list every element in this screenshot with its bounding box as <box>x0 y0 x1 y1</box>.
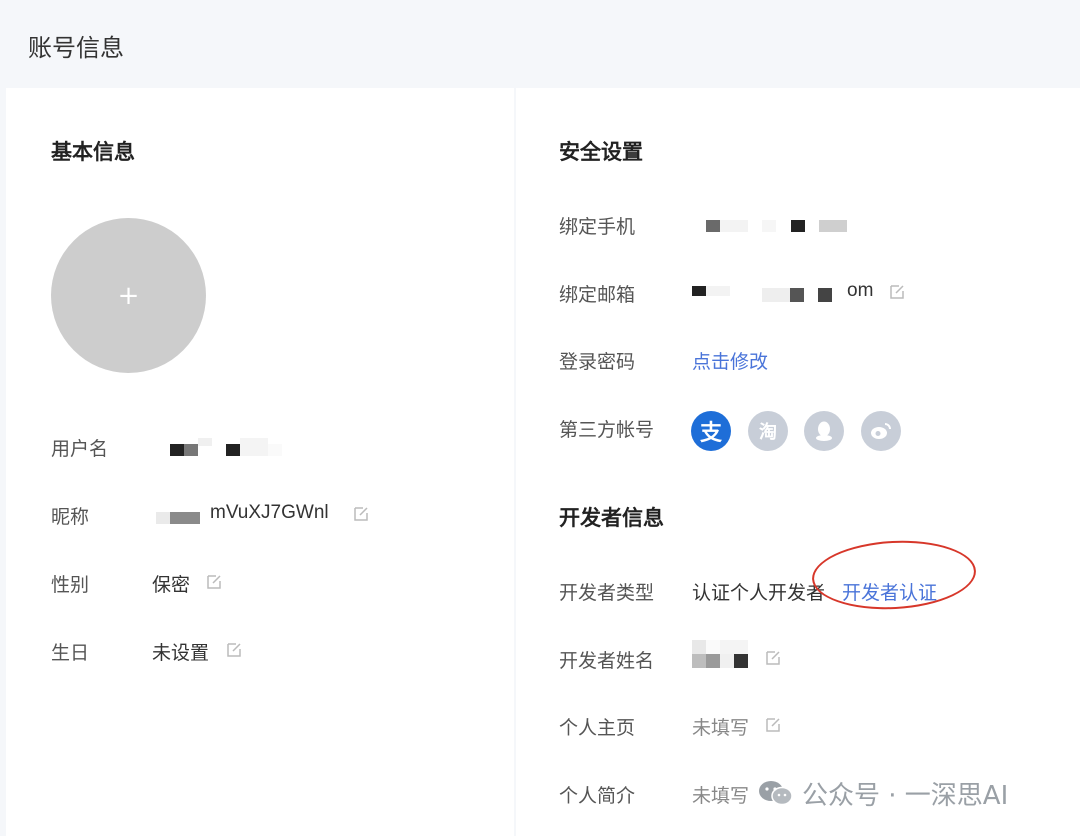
page-title: 账号信息 <box>28 34 124 62</box>
edit-developer-name-icon[interactable] <box>764 649 782 667</box>
phone-label: 绑定手机 <box>559 216 636 238</box>
edit-nickname-icon[interactable] <box>352 505 370 523</box>
basic-info-panel: 基本信息 + 用户名 昵称 mVuXJ7GWnl 性别 保密 生日 未设置 <box>6 88 514 836</box>
email-suffix: om <box>847 280 874 301</box>
homepage-label: 个人主页 <box>559 717 636 739</box>
birthday-value: 未设置 <box>152 642 210 664</box>
homepage-value: 未填写 <box>692 717 750 739</box>
email-value: om <box>692 280 892 306</box>
developer-name-redacted <box>692 640 762 670</box>
third-party-label: 第三方帐号 <box>559 419 655 441</box>
nickname-label: 昵称 <box>51 506 90 528</box>
developer-type-label: 开发者类型 <box>559 582 655 604</box>
wechat-icon <box>759 781 793 806</box>
change-password-link[interactable]: 点击修改 <box>692 347 768 374</box>
edit-gender-icon[interactable] <box>205 573 223 591</box>
annotation-circle <box>810 536 978 614</box>
gender-value: 保密 <box>152 574 191 596</box>
basic-info-title: 基本信息 <box>51 140 135 164</box>
username-value-redacted <box>164 434 304 460</box>
edit-homepage-icon[interactable] <box>764 716 782 734</box>
username-label: 用户名 <box>51 438 109 460</box>
weibo-icon[interactable] <box>861 411 901 451</box>
plus-icon: + <box>117 280 140 311</box>
developer-type-value: 认证个人开发者 <box>692 582 826 604</box>
bio-value: 未填写 <box>692 785 750 807</box>
alipay-icon[interactable]: 支 <box>691 411 731 451</box>
avatar-upload[interactable]: + <box>51 218 206 373</box>
phone-value-redacted <box>692 212 862 238</box>
password-label: 登录密码 <box>559 351 636 373</box>
watermark-text: 公众号 · 一深思AI <box>802 780 1009 811</box>
page-header: 账号信息 <box>0 0 1080 88</box>
bio-label: 个人简介 <box>559 785 636 807</box>
edit-email-icon[interactable] <box>888 283 906 301</box>
developer-name-label: 开发者姓名 <box>559 650 655 672</box>
taobao-icon[interactable]: 淘 <box>748 411 788 451</box>
qq-icon[interactable] <box>804 411 844 451</box>
security-title: 安全设置 <box>559 140 643 164</box>
security-panel: 安全设置 绑定手机 绑定邮箱 om 登录密码 点击修改 第三方帐号 支 淘 开发… <box>516 88 1080 836</box>
gender-label: 性别 <box>51 574 90 596</box>
birthday-label: 生日 <box>51 642 90 664</box>
developer-title: 开发者信息 <box>559 506 664 530</box>
watermark: 公众号 · 一深思AI <box>756 776 1009 811</box>
nickname-text: mVuXJ7GWnl <box>210 502 329 523</box>
email-label: 绑定邮箱 <box>559 284 636 306</box>
edit-birthday-icon[interactable] <box>225 641 243 659</box>
